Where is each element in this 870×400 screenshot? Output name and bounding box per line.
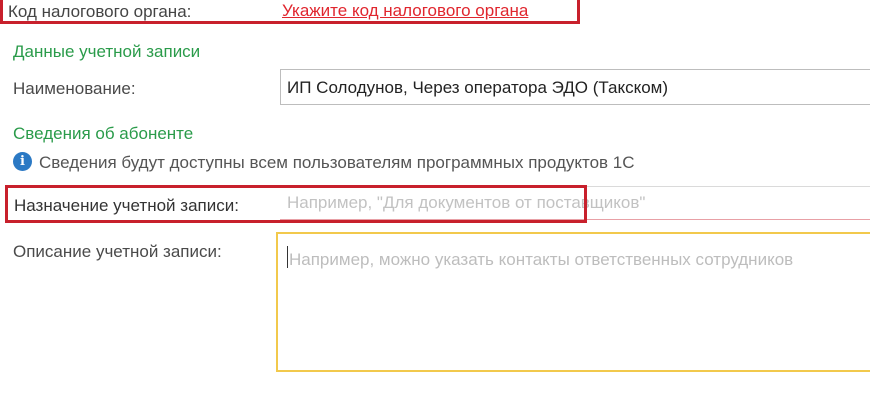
subscriber-info-text: Сведения будут доступны всем пользовател…	[39, 153, 635, 172]
info-icon: i	[13, 152, 32, 171]
tax-authority-label: Код налогового органа:	[8, 2, 192, 21]
text-caret	[287, 246, 288, 268]
description-textarea[interactable]	[276, 232, 870, 372]
account-data-section-title: Данные учетной записи	[13, 42, 201, 61]
tax-authority-link[interactable]: Укажите код налогового органа	[282, 1, 528, 21]
name-label: Наименование:	[13, 79, 136, 98]
subscriber-section-title: Сведения об абоненте	[13, 124, 194, 143]
purpose-label: Назначение учетной записи:	[14, 196, 239, 215]
name-field[interactable]: ИП Солодунов, Через оператора ЭДО (Такск…	[280, 69, 870, 105]
description-label: Описание учетной записи:	[13, 242, 222, 261]
